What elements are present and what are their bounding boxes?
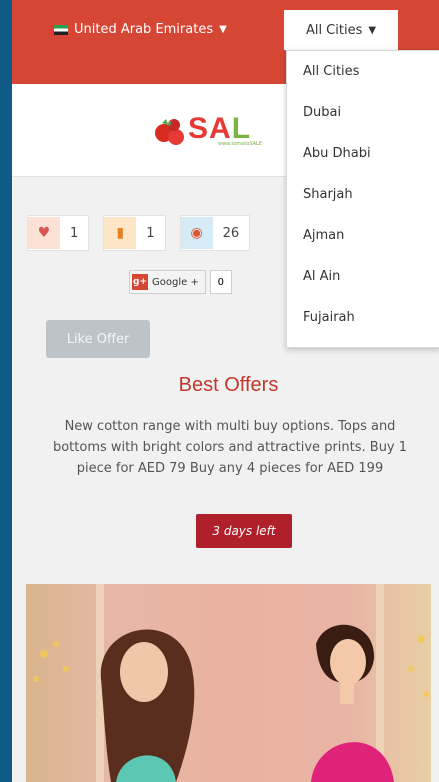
- days-left-badge: 3 days left: [196, 514, 292, 548]
- city-option-al-ain[interactable]: Al Ain: [287, 256, 439, 297]
- views-counter: ◉ 26: [179, 215, 251, 251]
- logo-tagline: www.tomatoSALE: [218, 141, 263, 147]
- comment-icon: ▮: [104, 217, 137, 249]
- city-select-label: All Cities: [305, 22, 363, 38]
- likes-counter[interactable]: ♥ 1: [27, 215, 90, 251]
- heart-icon: ♥: [28, 217, 60, 249]
- tomato-icon: [155, 119, 184, 145]
- models-illustration: [33, 584, 429, 782]
- google-plus-count: 0: [209, 270, 232, 294]
- city-option-all[interactable]: All Cities: [287, 51, 439, 92]
- city-option-fujairah[interactable]: Fujairah: [287, 297, 439, 338]
- eye-icon: ◉: [180, 217, 213, 249]
- comments-count: 1: [146, 225, 155, 241]
- offer-description: New cotton range with multi buy options.…: [52, 419, 408, 476]
- offer-photo[interactable]: [26, 584, 431, 782]
- chevron-down-icon: ▼: [219, 24, 227, 35]
- likes-count: 1: [70, 225, 79, 241]
- like-offer-button[interactable]: Like Offer: [46, 320, 150, 358]
- country-selector[interactable]: United Arab Emirates ▼: [50, 22, 227, 37]
- city-dropdown-menu: All Cities Dubai Abu Dhabi Sharjah Ajman…: [286, 50, 439, 348]
- comments-counter[interactable]: ▮ 1: [103, 215, 166, 251]
- chevron-down-icon: ▼: [368, 24, 377, 36]
- google-plus-share: g+ Google + 0: [129, 270, 232, 294]
- city-option-ajman[interactable]: Ajman: [287, 215, 439, 256]
- site-logo[interactable]: SAL www.tomatoSALE: [152, 101, 262, 157]
- city-option-dubai[interactable]: Dubai: [287, 92, 439, 133]
- google-plus-icon: g+: [132, 274, 148, 290]
- city-option-abu-dhabi[interactable]: Abu Dhabi: [287, 133, 439, 174]
- country-label: United Arab Emirates: [74, 22, 214, 37]
- uae-flag-icon: [50, 24, 68, 35]
- views-count: 26: [222, 225, 240, 241]
- engagement-counters: ♥ 1 ▮ 1 ◉ 26: [27, 215, 251, 251]
- city-select-button[interactable]: All Cities ▼: [284, 10, 398, 50]
- city-option-sharjah[interactable]: Sharjah: [287, 174, 439, 215]
- mobile-page: United Arab Emirates ▼ All Cities ▼ All …: [12, 0, 439, 782]
- offer-title: Best Offers: [178, 374, 279, 396]
- google-plus-label: Google +: [152, 276, 199, 288]
- google-plus-button[interactable]: g+ Google +: [129, 270, 206, 294]
